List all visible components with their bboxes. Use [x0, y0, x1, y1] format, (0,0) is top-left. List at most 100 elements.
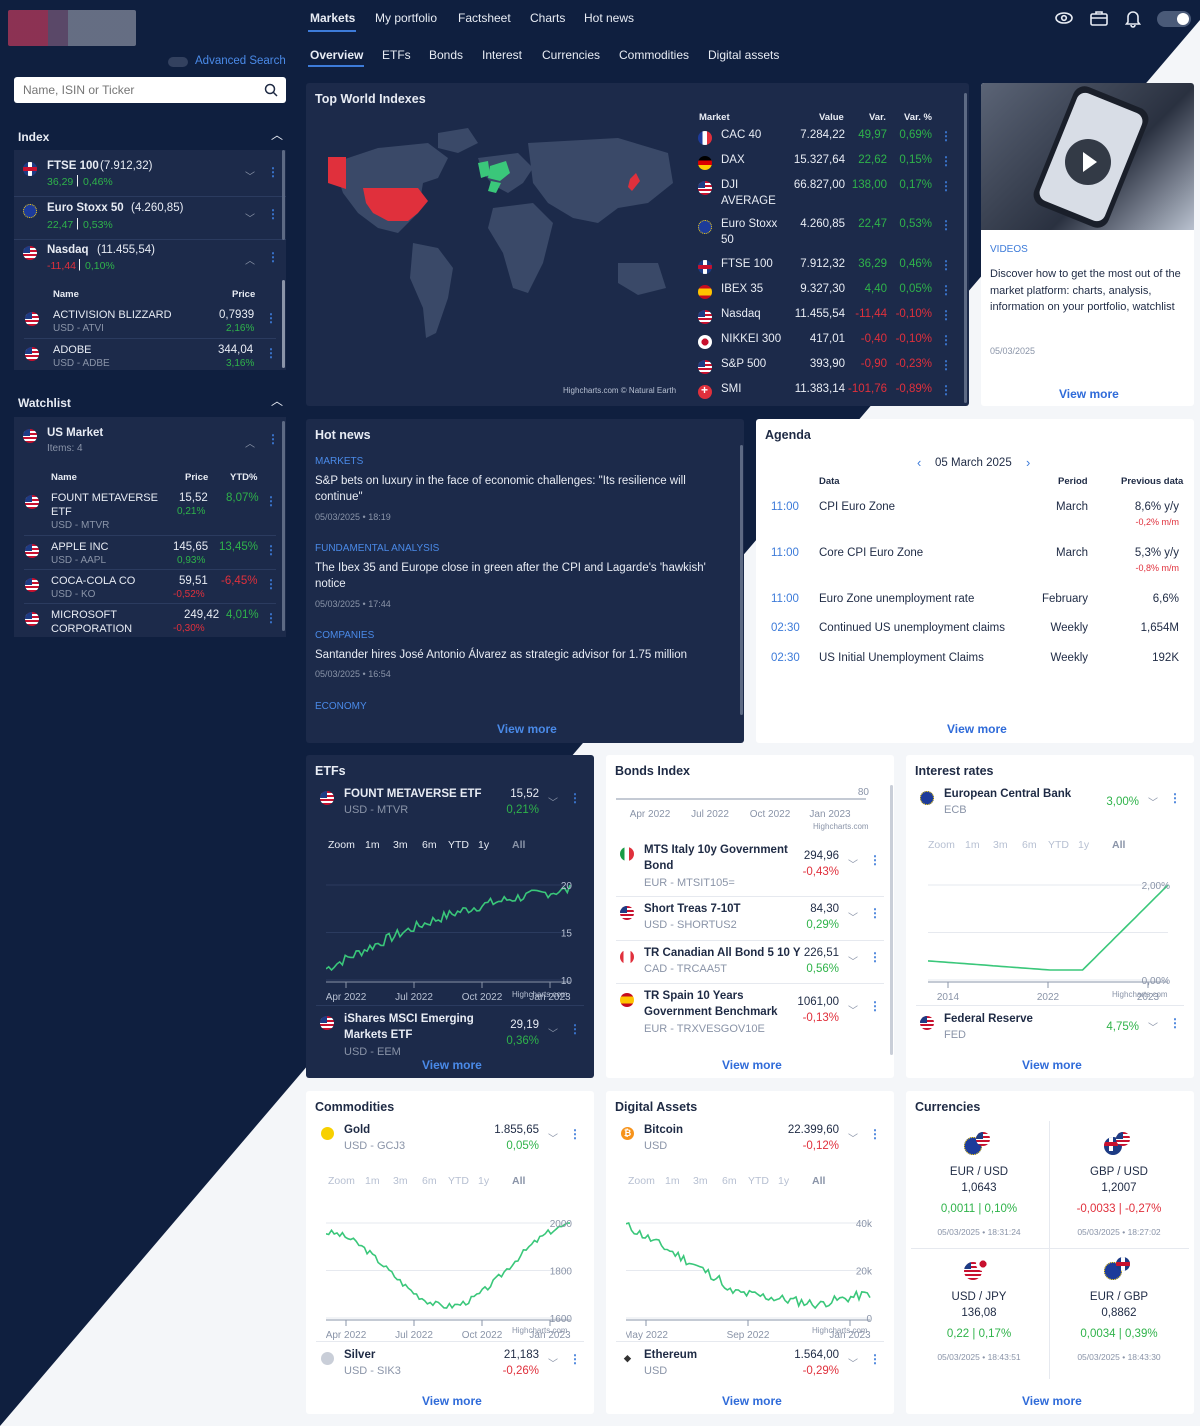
kebab-menu-icon[interactable]: ⋮ [940, 308, 952, 322]
scrollbar[interactable] [964, 93, 967, 403]
kebab-menu-icon[interactable]: ⋮ [940, 154, 952, 168]
stock-name[interactable]: COCA-COLA CO [51, 575, 135, 587]
search-icon[interactable] [264, 83, 278, 97]
scrollbar[interactable] [282, 280, 285, 368]
kebab-menu-icon[interactable]: ⋮ [265, 346, 277, 360]
market-name[interactable]: NIKKEI 300 [721, 333, 781, 345]
chevron-down-icon[interactable]: ﹀ [848, 1002, 858, 1017]
zoom-option[interactable]: All [512, 1175, 525, 1187]
index-name[interactable]: FTSE 100 [47, 160, 99, 172]
chevron-down-icon[interactable]: ﹀ [848, 1355, 858, 1370]
prev-date-icon[interactable]: ‹ [917, 455, 921, 470]
kebab-menu-icon[interactable]: ⋮ [569, 791, 581, 805]
chevron-down-icon[interactable]: ﹀ [548, 1130, 558, 1145]
asset-name[interactable]: European Central Bank [944, 788, 1071, 800]
asset-name[interactable]: iShares MSCI Emerging [344, 1013, 474, 1025]
zoom-option[interactable]: All [512, 839, 525, 851]
kebab-menu-icon[interactable]: ⋮ [265, 311, 277, 325]
asset-name[interactable]: Silver [344, 1349, 375, 1361]
zoom-option[interactable]: All [1112, 839, 1125, 851]
view-more-link[interactable]: View more [947, 722, 1007, 736]
kebab-menu-icon[interactable]: ⋮ [869, 853, 881, 867]
market-name[interactable]: DAX [721, 154, 745, 166]
nav-my-portfolio[interactable]: My portfolio [375, 11, 437, 25]
asset-name[interactable]: Gold [344, 1124, 370, 1136]
kebab-menu-icon[interactable]: ⋮ [1169, 1016, 1181, 1030]
zoom-option[interactable]: YTD [448, 1175, 469, 1187]
logo[interactable] [8, 10, 136, 46]
zoom-option[interactable]: 1m [365, 1175, 380, 1187]
kebab-menu-icon[interactable]: ⋮ [940, 383, 952, 397]
kebab-menu-icon[interactable]: ⋮ [869, 950, 881, 964]
market-name[interactable]: CAC 40 [721, 129, 761, 141]
news-category[interactable]: ECONOMY [315, 701, 367, 712]
zoom-option[interactable]: 3m [693, 1175, 708, 1187]
view-more-link[interactable]: View more [1022, 1058, 1082, 1072]
market-name[interactable]: FTSE 100 [721, 258, 773, 270]
stock-name[interactable]: ADOBE [53, 344, 92, 356]
chevron-down-icon[interactable]: ﹀ [548, 1355, 558, 1370]
asset-name[interactable]: TR Spain 10 Years [644, 990, 744, 1002]
zoom-option[interactable]: 6m [422, 839, 437, 851]
news-category[interactable]: FUNDAMENTAL ANALYSIS [315, 543, 439, 554]
chevron-down-icon[interactable]: ﹀ [1148, 794, 1158, 809]
watchlist-name[interactable]: US Market [47, 427, 103, 439]
kebab-menu-icon[interactable]: ⋮ [569, 1352, 581, 1366]
chevron-up-icon[interactable]: ︿ [271, 126, 283, 143]
market-name[interactable]: SMI [721, 383, 741, 395]
zoom-option[interactable]: All [812, 1175, 825, 1187]
zoom-option[interactable]: 1y [478, 839, 489, 851]
index-name[interactable]: Nasdaq [47, 244, 89, 256]
stock-name[interactable]: APPLE INC [51, 541, 108, 553]
zoom-option[interactable]: YTD [448, 839, 469, 851]
currency-pair[interactable]: USD / JPY [906, 1291, 1052, 1303]
chevron-up-icon[interactable]: ︿ [271, 392, 283, 409]
kebab-menu-icon[interactable]: ⋮ [267, 207, 279, 221]
scrollbar[interactable] [282, 421, 285, 631]
market-name[interactable]: Euro Stoxx [721, 218, 777, 230]
advanced-search-toggle[interactable] [168, 57, 188, 67]
market-name[interactable]: Nasdaq [721, 308, 761, 320]
kebab-menu-icon[interactable]: ⋮ [940, 218, 952, 232]
asset-name[interactable]: Federal Reserve [944, 1013, 1033, 1025]
kebab-menu-icon[interactable]: ⋮ [940, 129, 952, 143]
news-headline[interactable]: The Ibex 35 and Europe close in green af… [315, 562, 706, 574]
currency-pair[interactable]: EUR / GBP [1046, 1291, 1192, 1303]
asset-name[interactable]: FOUNT METAVERSE ETF [344, 788, 482, 800]
zoom-option[interactable]: 3m [993, 839, 1008, 851]
asset-name[interactable]: TR Canadian All Bond 5 10 Y [644, 947, 801, 959]
view-more-link[interactable]: View more [422, 1058, 482, 1072]
zoom-option[interactable]: 6m [422, 1175, 437, 1187]
next-date-icon[interactable]: › [1026, 455, 1030, 470]
chevron-down-icon[interactable]: ﹀ [548, 794, 558, 809]
asset-name[interactable]: Ethereum [644, 1349, 697, 1361]
kebab-menu-icon[interactable]: ⋮ [267, 165, 279, 179]
eye-icon[interactable] [1054, 10, 1074, 26]
zoom-option[interactable]: 6m [722, 1175, 737, 1187]
video-thumbnail[interactable] [981, 83, 1194, 232]
chevron-down-icon[interactable]: ﹀ [245, 210, 255, 225]
news-category[interactable]: MARKETS [315, 456, 363, 467]
event-name[interactable]: CPI Euro Zone [819, 501, 895, 513]
advanced-search-link[interactable]: Advanced Search [195, 55, 286, 67]
view-more-link[interactable]: View more [722, 1394, 782, 1408]
asset-name[interactable]: MTS Italy 10y Government [644, 844, 788, 856]
tab-interest[interactable]: Interest [482, 48, 522, 62]
briefcase-icon[interactable] [1089, 9, 1109, 27]
play-icon[interactable] [1065, 139, 1111, 185]
zoom-option[interactable]: 1y [778, 1175, 789, 1187]
theme-toggle[interactable] [1157, 11, 1191, 27]
kebab-menu-icon[interactable]: ⋮ [1169, 791, 1181, 805]
kebab-menu-icon[interactable]: ⋮ [940, 258, 952, 272]
tab-etfs[interactable]: ETFs [382, 48, 411, 62]
tab-bonds[interactable]: Bonds [429, 48, 463, 62]
zoom-option[interactable]: 3m [393, 1175, 408, 1187]
zoom-option[interactable]: 1m [365, 839, 380, 851]
kebab-menu-icon[interactable]: ⋮ [265, 577, 277, 591]
asset-name[interactable]: Bitcoin [644, 1124, 683, 1136]
kebab-menu-icon[interactable]: ⋮ [869, 906, 881, 920]
zoom-option[interactable]: 6m [1022, 839, 1037, 851]
event-name[interactable]: US Initial Unemployment Claims [819, 652, 984, 664]
market-name[interactable]: S&P 500 [721, 358, 766, 370]
event-name[interactable]: Core CPI Euro Zone [819, 547, 923, 559]
